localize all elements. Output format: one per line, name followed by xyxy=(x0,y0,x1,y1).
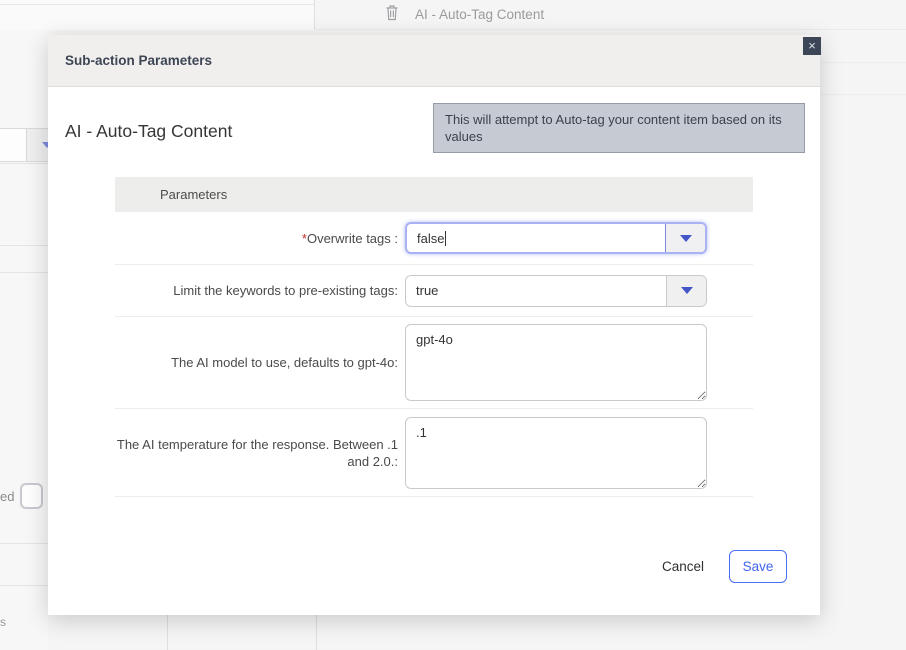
field-control: .1 xyxy=(405,417,707,489)
cancel-button[interactable]: Cancel xyxy=(662,559,704,574)
dialog-header: Sub-action Parameters × xyxy=(48,35,820,87)
select-dropdown-button[interactable] xyxy=(665,224,705,252)
select-value-text: true xyxy=(416,283,438,298)
param-row-limit-keywords: Limit the keywords to pre-existing tags:… xyxy=(115,265,753,317)
ai-model-textarea[interactable]: gpt-4o xyxy=(405,324,707,401)
field-control: gpt-4o xyxy=(405,324,707,401)
dialog-footer: Cancel Save xyxy=(662,550,787,583)
bg-header-bar: AI - Auto-Tag Content xyxy=(316,0,906,30)
select-value[interactable]: true xyxy=(406,276,666,306)
bg-divider xyxy=(0,163,48,164)
sub-action-parameters-dialog: Sub-action Parameters × AI - Auto-Tag Co… xyxy=(48,35,820,615)
text-cursor xyxy=(445,231,446,246)
bg-partial-dropdown[interactable] xyxy=(0,128,55,162)
dialog-title: Sub-action Parameters xyxy=(65,35,212,87)
bg-divider xyxy=(0,245,48,246)
select-value-text: false xyxy=(417,231,444,246)
field-label: The AI model to use, defaults to gpt-4o: xyxy=(115,354,398,371)
bg-checkbox-label: ed xyxy=(0,489,14,504)
bg-divider xyxy=(0,4,315,5)
field-control: true xyxy=(405,275,707,307)
screen: AI - Auto-Tag Content ed s Sub-action Pa… xyxy=(0,0,906,650)
limit-keywords-select[interactable]: true xyxy=(405,275,707,307)
field-label: Limit the keywords to pre-existing tags: xyxy=(115,282,398,299)
bg-text-fragment: s xyxy=(0,615,6,629)
bg-column-divider xyxy=(316,610,317,650)
save-button[interactable]: Save xyxy=(729,550,787,583)
trash-icon[interactable] xyxy=(385,4,399,26)
field-label: The AI temperature for the response. Bet… xyxy=(115,436,398,470)
param-row-ai-temperature: The AI temperature for the response. Bet… xyxy=(115,409,753,497)
info-note: This will attempt to Auto-tag your conte… xyxy=(433,103,805,153)
chevron-down-icon xyxy=(681,287,693,294)
bg-action-item[interactable]: AI - Auto-Tag Content xyxy=(385,4,544,26)
bg-left-strip xyxy=(0,30,48,650)
bg-panel-topleft xyxy=(0,0,315,30)
close-icon[interactable]: × xyxy=(803,37,821,55)
select-value[interactable]: false xyxy=(407,224,665,252)
param-row-ai-model: The AI model to use, defaults to gpt-4o:… xyxy=(115,317,753,409)
field-label: *Overwrite tags : xyxy=(115,230,398,247)
parameters-form: Parameters *Overwrite tags : false xyxy=(115,177,753,497)
field-control: false xyxy=(405,222,707,254)
chevron-down-icon xyxy=(680,235,692,242)
bg-action-label: AI - Auto-Tag Content xyxy=(415,7,544,22)
bg-divider xyxy=(0,272,48,273)
overwrite-tags-select[interactable]: false xyxy=(405,222,707,254)
param-row-overwrite-tags: *Overwrite tags : false xyxy=(115,212,753,265)
parameters-section-header: Parameters xyxy=(115,177,753,212)
select-dropdown-button[interactable] xyxy=(666,276,706,306)
ai-temperature-textarea[interactable]: .1 xyxy=(405,417,707,489)
bg-divider xyxy=(0,585,48,586)
bg-partial-dropdown-value xyxy=(0,129,27,161)
bg-checkbox[interactable] xyxy=(20,483,43,509)
bg-column-divider xyxy=(167,610,168,650)
bg-divider xyxy=(0,543,48,544)
action-name-heading: AI - Auto-Tag Content xyxy=(65,121,232,142)
